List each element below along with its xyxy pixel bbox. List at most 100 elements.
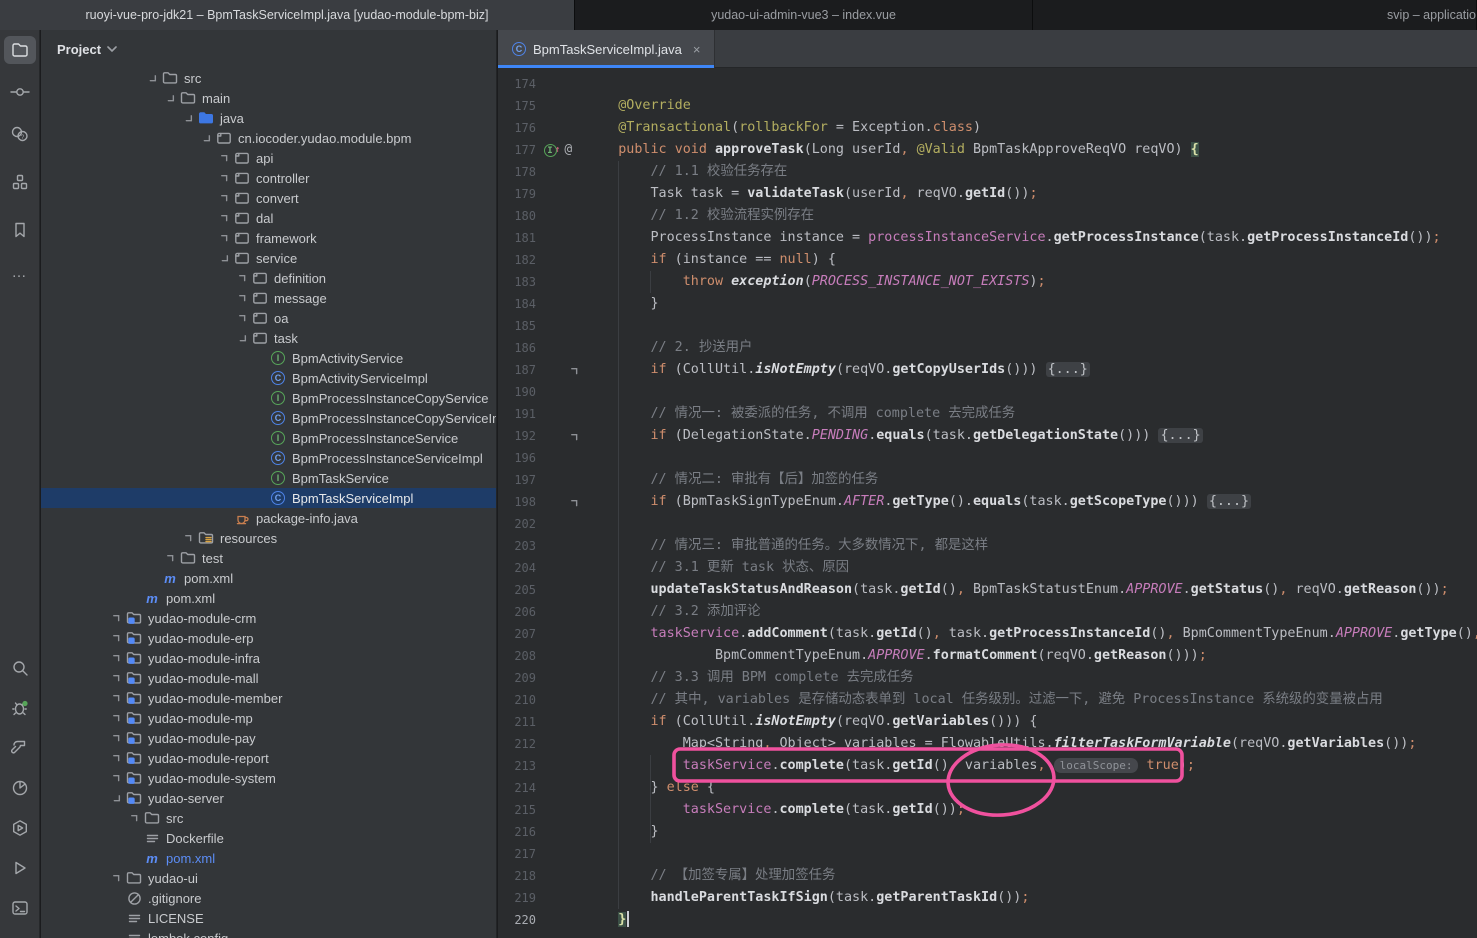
tree-row-pom-xml[interactable]: mpom.xml [41,568,496,588]
chevron-right-icon[interactable] [107,750,125,766]
chevron-right-icon[interactable] [107,690,125,706]
tree-row-yudao-module-mp[interactable]: yudao-module-mp [41,708,496,728]
chevron-right-icon[interactable] [215,190,233,206]
tree-row-yudao-module-report[interactable]: yudao-module-report [41,748,496,768]
chevron-right-icon[interactable] [233,290,251,306]
tree-row-yudao-module-crm[interactable]: yudao-module-crm [41,608,496,628]
tree-row-bpmprocessinstancecopyserviceimpl[interactable]: CBpmProcessInstanceCopyServiceImpl [41,408,496,428]
bookmarks-icon[interactable] [4,216,36,244]
tree-row-bpmprocessinstanceserviceimpl[interactable]: CBpmProcessInstanceServiceImpl [41,448,496,468]
tree-row-src[interactable]: src [41,808,496,828]
chevron-right-icon[interactable] [179,530,197,546]
tree-row-service[interactable]: service [41,248,496,268]
chevron-right-icon[interactable] [215,150,233,166]
chevron-right-icon[interactable] [125,810,143,826]
folded-block[interactable]: {...} [1158,428,1202,443]
folded-block[interactable]: {...} [1046,362,1090,377]
tree-row-yudao-module-mall[interactable]: yudao-module-mall [41,668,496,688]
tree-row-dal[interactable]: dal [41,208,496,228]
tree-row-package-info-java[interactable]: package-info.java [41,508,496,528]
profiler-icon[interactable] [4,774,36,802]
tree-row-convert[interactable]: convert [41,188,496,208]
tree-row-yudao-module-system[interactable]: yudao-module-system [41,768,496,788]
tree-row-oa[interactable]: oa [41,308,496,328]
services-icon[interactable] [4,814,36,842]
build-icon[interactable] [4,734,36,762]
problems-icon[interactable] [4,694,36,722]
chevron-down-icon[interactable] [233,330,251,346]
chevron-right-icon[interactable] [107,630,125,646]
chevron-down-icon[interactable] [143,70,161,86]
commit-icon[interactable] [4,78,36,106]
chevron-right-icon[interactable] [107,650,125,666]
chevron-right-icon[interactable] [161,550,179,566]
tree-row-src[interactable]: src [41,68,496,88]
tree-row-task[interactable]: task [41,328,496,348]
more-icon[interactable]: … [4,258,36,286]
terminal-icon[interactable] [4,894,36,922]
tree-row-lombok-config[interactable]: lombok.config [41,928,496,938]
tree-row-cn-iocoder-yudao-module-bpm[interactable]: cn.iocoder.yudao.module.bpm [41,128,496,148]
chevron-down-icon[interactable] [197,130,215,146]
tree-row-license[interactable]: LICENSE [41,908,496,928]
chevron-down-icon[interactable] [215,250,233,266]
chevron-right-icon[interactable] [233,270,251,286]
window-tab-yudao-ui-admin-vue3[interactable]: yudao-ui-admin-vue3 – index.vue [575,0,1033,30]
tree-row-framework[interactable]: framework [41,228,496,248]
chevron-right-icon[interactable] [233,310,251,326]
chevron-right-icon[interactable] [107,610,125,626]
implements-gutter-icon[interactable]: I↑@ [544,139,573,161]
chevron-right-icon[interactable] [215,230,233,246]
tree-row-yudao-module-erp[interactable]: yudao-module-erp [41,628,496,648]
chevron-down-icon[interactable] [179,110,197,126]
chevron-spacer [251,410,269,426]
window-tab-svip[interactable]: svip – applicatio [1033,0,1477,30]
tree-row-pom-xml[interactable]: mpom.xml [41,588,496,608]
tree-row-yudao-server[interactable]: yudao-server [41,788,496,808]
tree-row-api[interactable]: api [41,148,496,168]
code-line-212: 212 Map<String, Object> variables = Flow… [498,733,1477,755]
tree-row-yudao-module-infra[interactable]: yudao-module-infra [41,648,496,668]
run-icon[interactable] [4,854,36,882]
tree-row-pom-xml[interactable]: mpom.xml [41,848,496,868]
tree-row-bpmactivityserviceimpl[interactable]: CBpmActivityServiceImpl [41,368,496,388]
tree-row-bpmprocessinstanceservice[interactable]: IBpmProcessInstanceService [41,428,496,448]
tree-row-bpmtaskserviceimpl[interactable]: CBpmTaskServiceImpl [41,488,496,508]
tree-row-definition[interactable]: definition [41,268,496,288]
module-icon [125,750,143,766]
tree-row-bpmprocessinstancecopyservice[interactable]: IBpmProcessInstanceCopyService [41,388,496,408]
code-line-216: 216 } [498,821,1477,843]
search-icon[interactable] [4,654,36,682]
tree-row-main[interactable]: main [41,88,496,108]
structure-icon[interactable] [4,168,36,196]
chevron-right-icon[interactable] [107,710,125,726]
folded-block[interactable]: {...} [1207,494,1251,509]
tree-row-bpmtaskservice[interactable]: IBpmTaskService [41,468,496,488]
code-area[interactable]: 174175 @Override176 @Transactional(rollb… [498,68,1477,938]
chevron-right-icon[interactable] [215,210,233,226]
tree-row-message[interactable]: message [41,288,496,308]
chevron-right-icon[interactable] [107,670,125,686]
tree-row-dockerfile[interactable]: Dockerfile [41,828,496,848]
close-icon[interactable]: × [693,42,701,57]
tree-row-controller[interactable]: controller [41,168,496,188]
project-panel-header[interactable]: Project [41,30,496,68]
chevron-down-icon[interactable] [107,790,125,806]
tree-row-yudao-module-member[interactable]: yudao-module-member [41,688,496,708]
tree-row-test[interactable]: test [41,548,496,568]
chevron-right-icon[interactable] [107,730,125,746]
window-tab-ruoyi-vue-pro[interactable]: ruoyi-vue-pro-jdk21 – BpmTaskServiceImpl… [0,0,575,30]
chevron-down-icon[interactable] [161,90,179,106]
editor-tab-BpmTaskServiceImpl[interactable]: C BpmTaskServiceImpl.java × [498,30,715,68]
tree-row-resources[interactable]: resources [41,528,496,548]
project-folder-icon[interactable] [4,36,36,64]
tree-row-bpmactivityservice[interactable]: IBpmActivityService [41,348,496,368]
pull-requests-icon[interactable]: ? [4,120,36,148]
tree-row-java[interactable]: java [41,108,496,128]
tree-row-yudao-module-pay[interactable]: yudao-module-pay [41,728,496,748]
chevron-right-icon[interactable] [107,770,125,786]
chevron-right-icon[interactable] [215,170,233,186]
tree-row-gitignore[interactable]: .gitignore [41,888,496,908]
chevron-right-icon[interactable] [107,870,125,886]
tree-row-yudao-ui[interactable]: yudao-ui [41,868,496,888]
